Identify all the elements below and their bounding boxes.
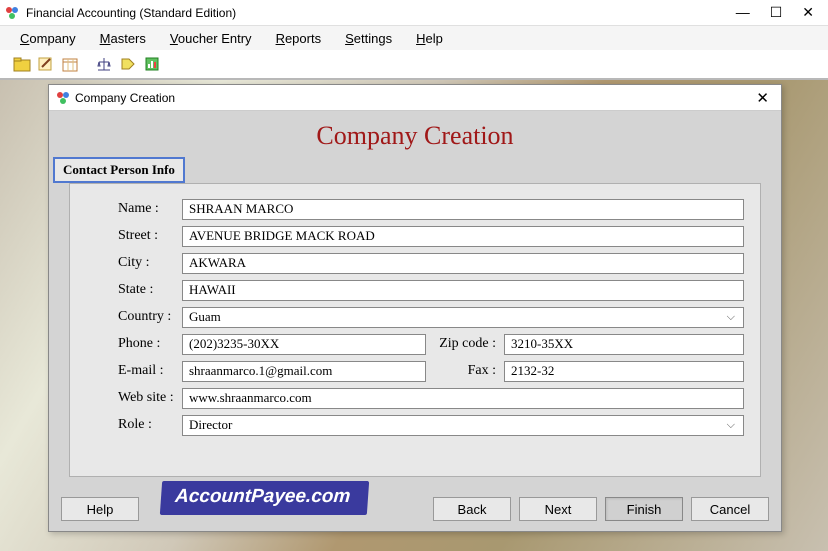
dialog-heading: Company Creation	[49, 121, 781, 151]
dialog-close-button[interactable]: ✕	[750, 89, 775, 107]
form-area: Name : Street : City : State : Country :…	[69, 183, 761, 477]
state-field[interactable]	[182, 280, 744, 301]
app-title: Financial Accounting (Standard Edition)	[26, 6, 736, 20]
label-city: City :	[86, 255, 182, 271]
menu-voucher[interactable]: Voucher Entry	[160, 29, 262, 48]
company-creation-dialog: Company Creation ✕ Company Creation Cont…	[48, 84, 782, 532]
city-field[interactable]	[182, 253, 744, 274]
finish-button[interactable]: Finish	[605, 497, 683, 521]
label-state: State :	[86, 282, 182, 298]
dialog-footer: Help AccountPayee.com Back Next Finish C…	[61, 497, 769, 521]
dialog-icon	[55, 90, 71, 106]
email-field[interactable]	[182, 361, 426, 382]
role-value: Director	[189, 417, 232, 433]
toolbar-report-icon[interactable]	[142, 54, 162, 74]
toolbar-tag-icon[interactable]	[118, 54, 138, 74]
toolbar	[0, 50, 828, 80]
toolbar-calendar-icon[interactable]	[60, 54, 80, 74]
phone-field[interactable]	[182, 334, 426, 355]
main-titlebar: Financial Accounting (Standard Edition) …	[0, 0, 828, 26]
menu-masters[interactable]: Masters	[90, 29, 156, 48]
label-street: Street :	[86, 228, 182, 244]
section-tab-contact[interactable]: Contact Person Info	[53, 157, 185, 183]
label-zipcode: Zip code :	[426, 336, 504, 352]
maximize-button[interactable]: ☐	[770, 4, 783, 21]
country-value: Guam	[189, 309, 221, 325]
watermark: AccountPayee.com	[160, 481, 370, 515]
dialog-titlebar: Company Creation ✕	[49, 85, 781, 111]
menu-reports[interactable]: Reports	[266, 29, 332, 48]
toolbar-scale-icon[interactable]	[94, 54, 114, 74]
toolbar-edit-icon[interactable]	[36, 54, 56, 74]
label-country: Country :	[86, 309, 182, 325]
next-button[interactable]: Next	[519, 497, 597, 521]
role-select[interactable]: Director ⌵	[182, 415, 744, 436]
website-field[interactable]	[182, 388, 744, 409]
app-icon	[4, 5, 20, 21]
cancel-button[interactable]: Cancel	[691, 497, 769, 521]
help-button[interactable]: Help	[61, 497, 139, 521]
toolbar-folder-icon[interactable]	[12, 54, 32, 74]
label-phone: Phone :	[86, 336, 182, 352]
label-role: Role :	[86, 417, 182, 433]
chevron-down-icon: ⌵	[727, 419, 737, 432]
dialog-title: Company Creation	[75, 91, 750, 105]
main-window: Financial Accounting (Standard Edition) …	[0, 0, 828, 551]
label-name: Name :	[86, 201, 182, 217]
menu-settings[interactable]: Settings	[335, 29, 402, 48]
name-field[interactable]	[182, 199, 744, 220]
menu-company[interactable]: Company	[10, 29, 86, 48]
label-fax: Fax :	[426, 363, 504, 379]
menubar: Company Masters Voucher Entry Reports Se…	[0, 26, 828, 50]
zipcode-field[interactable]	[504, 334, 744, 355]
label-email: E-mail :	[86, 363, 182, 379]
fax-field[interactable]	[504, 361, 744, 382]
street-field[interactable]	[182, 226, 744, 247]
chevron-down-icon: ⌵	[727, 311, 737, 324]
label-website: Web site :	[86, 390, 182, 406]
menu-help[interactable]: Help	[406, 29, 453, 48]
dialog-header: Company Creation	[49, 111, 781, 159]
back-button[interactable]: Back	[433, 497, 511, 521]
close-button[interactable]: ✕	[802, 4, 814, 21]
window-controls: — ☐ ✕	[736, 4, 824, 21]
minimize-button[interactable]: —	[736, 4, 750, 21]
country-select[interactable]: Guam ⌵	[182, 307, 744, 328]
